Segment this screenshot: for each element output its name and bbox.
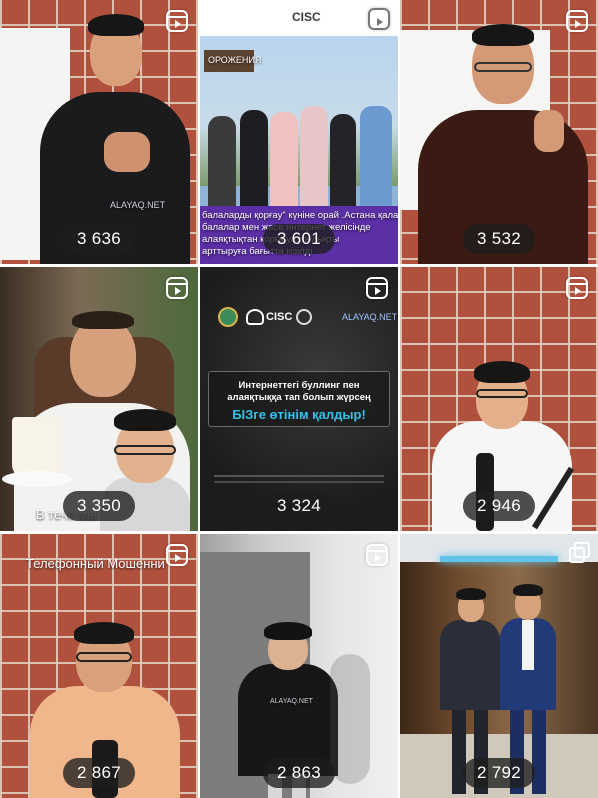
- post-tile[interactable]: Телефонный Мошенни 2 867: [0, 534, 198, 798]
- leg: [452, 710, 466, 794]
- post-tile[interactable]: ALAYAQ.NET 3 636: [0, 0, 198, 264]
- view-count: 3 532: [462, 224, 536, 254]
- brand-logo-text: ALAYAQ.NET: [342, 312, 398, 322]
- shirt: [522, 620, 534, 670]
- reels-icon: [166, 10, 188, 32]
- hoodie-logo-text: ALAYAQ.NET: [270, 698, 313, 705]
- glasses: [474, 62, 532, 72]
- sign-text: ОРОЖЕНИЯ: [208, 55, 262, 65]
- reels-icon: [368, 8, 390, 30]
- post-tile[interactable]: CISC ОРОЖЕНИЯ балаларды қорғау" күніне о…: [200, 0, 398, 264]
- poster-cta: БІЗге өтінім қалдыр!: [232, 407, 366, 422]
- cisc-logo-text: CISC: [292, 10, 321, 24]
- view-count: 3 601: [262, 224, 336, 254]
- plate: [2, 471, 72, 487]
- view-count: 3 324: [262, 491, 336, 521]
- glasses: [476, 389, 528, 398]
- view-count: 3 636: [62, 224, 136, 254]
- divider: [214, 481, 384, 483]
- view-count: 2 946: [462, 491, 536, 521]
- view-count: 2 863: [262, 758, 336, 788]
- post-tile[interactable]: В тече мы 3 350: [0, 267, 198, 531]
- post-tile[interactable]: ALAYAQ.NET 2 863: [200, 534, 398, 798]
- reels-icon: [166, 277, 188, 299]
- caption-line: балаларды қорғау" күніне орай .Астана қа…: [202, 210, 398, 221]
- glasses: [76, 652, 132, 662]
- post-tile[interactable]: 2 946: [400, 267, 598, 531]
- view-count: 2 867: [62, 758, 136, 788]
- reels-icon: [366, 544, 388, 566]
- view-count: 3 350: [62, 491, 136, 521]
- post-tile[interactable]: 3 532: [400, 0, 598, 264]
- view-count: 2 792: [462, 758, 536, 788]
- post-tile[interactable]: CISC ALAYAQ.NET Интернеттегі буллинг пен…: [200, 267, 398, 531]
- divider: [214, 475, 384, 477]
- partner-logos: CISC ALAYAQ.NET: [218, 307, 398, 331]
- posts-grid: ALAYAQ.NET 3 636 CISC ОРОЖЕНИЯ балаларды…: [0, 0, 598, 798]
- cisc-logo-text: CISC: [266, 311, 293, 323]
- poster-headline: Интернеттегі буллинг пен алаяқтыққа тап …: [227, 380, 371, 403]
- glasses: [114, 445, 176, 455]
- ceiling-light: [440, 556, 558, 562]
- poster-headline-box: Интернеттегі буллинг пен алаяқтыққа тап …: [208, 371, 390, 427]
- shadow: [330, 654, 370, 784]
- heart-logo-icon: [296, 309, 312, 325]
- reels-icon: [166, 544, 188, 566]
- post-tile[interactable]: 2 792: [400, 534, 598, 798]
- sign: ОРОЖЕНИЯ: [204, 50, 261, 72]
- glass-cup: [12, 417, 62, 477]
- group-of-people: [200, 92, 398, 212]
- hand: [534, 110, 564, 152]
- hoodie-logo-text: ALAYAQ.NET: [110, 200, 166, 210]
- video-title-caption: Телефонный Мошенни: [26, 556, 165, 571]
- hand: [104, 132, 150, 172]
- reels-icon: [566, 10, 588, 32]
- reels-icon: [566, 277, 588, 299]
- leg: [532, 710, 546, 794]
- people-logo-icon: [246, 309, 264, 325]
- emblem-icon: [218, 307, 238, 327]
- reels-icon: [366, 277, 388, 299]
- carousel-icon: [566, 542, 590, 566]
